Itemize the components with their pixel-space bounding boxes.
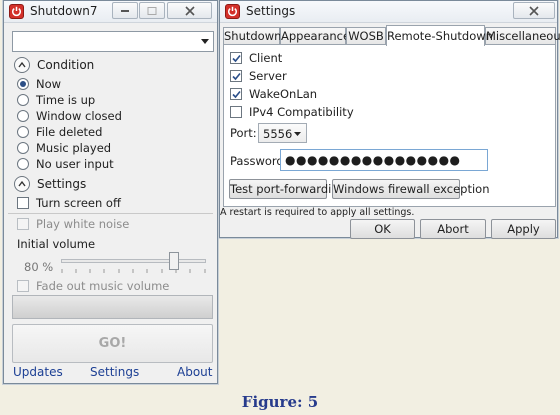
settings-titlebar[interactable]: Settings (220, 1, 557, 23)
apply-button[interactable]: Apply (491, 219, 556, 239)
volume-slider-ticks (61, 269, 206, 273)
option-label: Turn screen off (36, 196, 121, 210)
option-label: No user input (36, 157, 114, 171)
minimize-icon (121, 9, 129, 12)
window-title: Shutdown7 (30, 4, 98, 18)
check-icon (232, 72, 241, 81)
option-label: WakeOnLan (249, 87, 318, 101)
minimize-button[interactable] (112, 2, 138, 19)
play-white-noise-checkbox[interactable] (17, 218, 29, 230)
option-label: Window closed (36, 109, 122, 123)
port-select[interactable]: 5556 (258, 123, 307, 143)
maximize-icon (147, 6, 157, 15)
server-checkbox[interactable] (230, 70, 242, 82)
password-value: ●●●●●●●●●●●●●●●● (285, 153, 461, 167)
turn-screen-off-checkbox[interactable] (17, 197, 29, 209)
condition-label: Condition (37, 58, 95, 72)
chevron-up-icon (18, 180, 26, 187)
tab-remote-shutdown[interactable]: Remote-Shutdown (386, 25, 493, 46)
initial-volume-label: Initial volume (17, 237, 96, 251)
port-value: 5556 (263, 127, 293, 141)
power-icon (9, 4, 24, 19)
settings-window: Settings Shutdown Appearance WOSB Remote… (219, 0, 560, 239)
radio-music-played[interactable] (17, 142, 29, 154)
fade-out-music-checkbox[interactable] (17, 280, 29, 292)
radio-no-user-input[interactable] (17, 158, 29, 170)
tab-wosb[interactable]: WOSB (346, 27, 386, 45)
test-port-forwarding-button[interactable]: Test port-forwarding (229, 179, 346, 199)
progress-bar (12, 295, 213, 319)
option-label: Time is up (36, 93, 96, 107)
settings-title: Settings (246, 4, 296, 18)
password-input[interactable]: ●●●●●●●●●●●●●●●● (280, 149, 488, 171)
power-icon (225, 4, 240, 19)
shutdown7-window: Shutdown7 Condition Now Time is up Windo… (3, 0, 218, 384)
close-icon (529, 5, 539, 16)
option-label: Play white noise (36, 217, 130, 231)
collapse-settings-button[interactable] (14, 176, 30, 192)
client-checkbox[interactable] (230, 52, 242, 64)
settings-label: Settings (37, 177, 87, 191)
remote-shutdown-panel: Client Server WakeOnLan IPv4 Compatibili… (223, 44, 556, 207)
divider (8, 213, 213, 214)
option-label: Music played (36, 141, 112, 155)
ok-button[interactable]: OK (350, 219, 415, 239)
chevron-down-icon (294, 132, 301, 136)
radio-window-closed[interactable] (17, 110, 29, 122)
radio-time-is-up[interactable] (17, 94, 29, 106)
settings-close-button[interactable] (513, 2, 555, 19)
settings-link[interactable]: Settings (90, 365, 139, 379)
figure-caption: Figure: 5 (241, 393, 319, 411)
check-icon (232, 90, 241, 99)
ipv4-compatibility-checkbox[interactable] (230, 106, 242, 118)
tab-appearance[interactable]: Appearance (280, 27, 350, 45)
go-button[interactable]: GO! (12, 324, 213, 363)
volume-slider-track[interactable] (61, 259, 206, 263)
check-icon (232, 54, 241, 63)
shutdown7-titlebar[interactable]: Shutdown7 (4, 1, 217, 23)
option-label: IPv4 Compatibility (249, 105, 354, 119)
updates-link[interactable]: Updates (13, 365, 63, 379)
about-link[interactable]: About (177, 365, 212, 379)
option-label: Server (249, 69, 287, 83)
close-button[interactable] (167, 2, 212, 19)
restart-note: A restart is required to apply all setti… (220, 207, 415, 218)
radio-now[interactable] (17, 78, 29, 90)
maximize-button[interactable] (139, 2, 165, 19)
close-icon (184, 5, 195, 16)
collapse-condition-button[interactable] (14, 57, 30, 73)
wakeonlan-checkbox[interactable] (230, 88, 242, 100)
tab-shutdown[interactable]: Shutdown (223, 27, 281, 45)
option-label: Client (249, 51, 283, 65)
chevron-down-icon (201, 39, 209, 44)
option-label: Fade out music volume (36, 279, 170, 293)
tab-miscellaneous[interactable]: Miscellaneous (485, 27, 560, 45)
radio-file-deleted[interactable] (17, 126, 29, 138)
option-label: File deleted (36, 125, 103, 139)
volume-slider-thumb[interactable] (169, 252, 179, 270)
volume-value: 80 % (24, 260, 54, 274)
password-label: Password: (230, 154, 288, 168)
port-label: Port: (230, 126, 257, 140)
option-label: Now (36, 77, 62, 91)
firewall-exception-button[interactable]: Windows firewall exception (332, 179, 490, 199)
abort-button[interactable]: Abort (420, 219, 486, 239)
shutdown-mode-select[interactable] (12, 31, 214, 52)
chevron-up-icon (18, 61, 26, 68)
